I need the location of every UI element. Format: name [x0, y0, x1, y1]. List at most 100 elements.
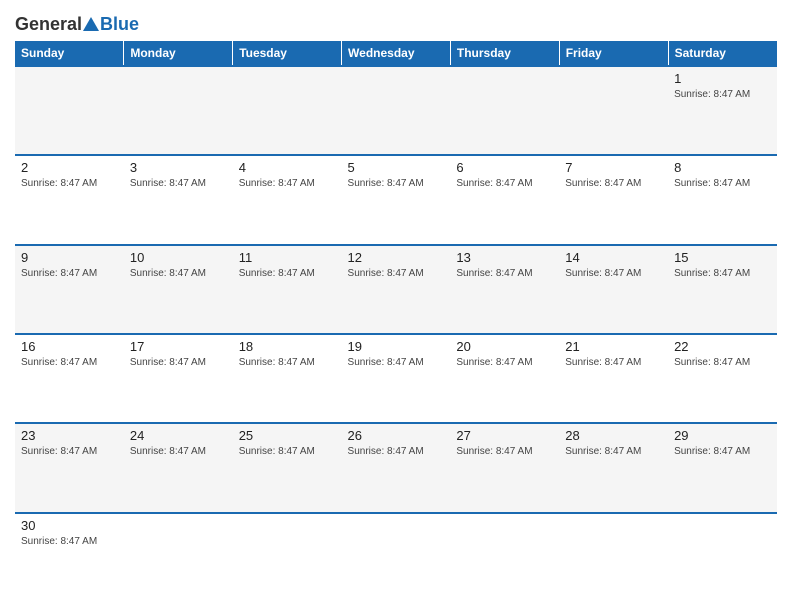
day-cell: 8 Sunrise: 8:47 AM [668, 155, 777, 244]
day-sunrise-info: Sunrise: 8:47 AM [21, 178, 97, 189]
day-number: 16 [21, 339, 118, 354]
day-sunrise-info: Sunrise: 8:47 AM [348, 357, 424, 368]
day-sunrise-info: Sunrise: 8:47 AM [565, 178, 641, 189]
day-sunrise-info: Sunrise: 8:47 AM [239, 446, 315, 457]
day-sunrise-info: Sunrise: 8:47 AM [674, 268, 750, 279]
day-number: 7 [565, 160, 662, 175]
day-sunrise-info: Sunrise: 8:47 AM [348, 178, 424, 189]
day-sunrise-info: Sunrise: 8:47 AM [130, 178, 206, 189]
week-row-6: 30Sunrise: 8:47 AM [15, 513, 777, 602]
day-number: 28 [565, 428, 662, 443]
day-number: 13 [456, 250, 553, 265]
day-number: 24 [130, 428, 227, 443]
day-number: 11 [239, 250, 336, 265]
day-sunrise-info: Sunrise: 8:47 AM [674, 89, 750, 100]
day-sunrise-info: Sunrise: 8:47 AM [674, 178, 750, 189]
day-cell: 16 Sunrise: 8:47 AM [15, 334, 124, 423]
day-cell: 9Sunrise: 8:47 AM [15, 245, 124, 334]
day-cell: 14 Sunrise: 8:47 AM [559, 245, 668, 334]
day-header-saturday: Saturday [668, 41, 777, 66]
day-sunrise-info: Sunrise: 8:47 AM [130, 268, 206, 279]
header: General Blue [15, 10, 777, 35]
week-row-5: 23 Sunrise: 8:47 AM 24 Sunrise: 8:47 AM 25 Su… [15, 423, 777, 512]
day-number: 14 [565, 250, 662, 265]
day-number: 19 [348, 339, 445, 354]
day-sunrise-info: Sunrise: 8:47 AM [21, 446, 97, 457]
day-number: 18 [239, 339, 336, 354]
day-sunrise-info: Sunrise: 8:47 AM [565, 446, 641, 457]
day-cell [450, 66, 559, 155]
day-sunrise-info: Sunrise: 8:47 AM [674, 357, 750, 368]
day-cell [559, 66, 668, 155]
day-number: 6 [456, 160, 553, 175]
day-cell [15, 66, 124, 155]
day-cell: 22 Sunrise: 8:47 AM [668, 334, 777, 423]
week-row-3: 9Sunrise: 8:47 AM10Sunrise: 8:47 AM11Sun… [15, 245, 777, 334]
day-number: 4 [239, 160, 336, 175]
day-number: 25 [239, 428, 336, 443]
day-cell: 12Sunrise: 8:47 AM [342, 245, 451, 334]
day-sunrise-info: Sunrise: 8:47 AM [130, 357, 206, 368]
day-cell [450, 513, 559, 602]
calendar-page: General Blue SundayMondayTuesdayWednesda… [0, 0, 792, 612]
day-sunrise-info: Sunrise: 8:47 AM [565, 357, 641, 368]
day-cell: 19 Sunrise: 8:47 AM [342, 334, 451, 423]
day-cell: 15 Sunrise: 8:47 AM [668, 245, 777, 334]
day-number: 1 [674, 71, 771, 86]
day-number: 22 [674, 339, 771, 354]
day-number: 21 [565, 339, 662, 354]
week-row-1: 1 Sunrise: 8:47 AM [15, 66, 777, 155]
day-sunrise-info: Sunrise: 8:47 AM [21, 357, 97, 368]
day-cell: 7 Sunrise: 8:47 AM [559, 155, 668, 244]
day-sunrise-info: Sunrise: 8:47 AM [565, 268, 641, 279]
header-row: SundayMondayTuesdayWednesdayThursdayFrid… [15, 41, 777, 66]
day-number: 2 [21, 160, 118, 175]
day-number: 23 [21, 428, 118, 443]
day-number: 26 [348, 428, 445, 443]
day-cell: 24 Sunrise: 8:47 AM [124, 423, 233, 512]
day-sunrise-info: Sunrise: 8:47 AM [456, 357, 532, 368]
day-cell [668, 513, 777, 602]
day-sunrise-info: Sunrise: 8:47 AM [21, 268, 97, 279]
day-cell: 25 Sunrise: 8:47 AM [233, 423, 342, 512]
day-cell [342, 66, 451, 155]
day-number: 5 [348, 160, 445, 175]
day-cell: 26 Sunrise: 8:47 AM [342, 423, 451, 512]
logo: General Blue [15, 10, 139, 35]
day-cell: 18 Sunrise: 8:47 AM [233, 334, 342, 423]
day-cell: 6Sunrise: 8:47 AM [450, 155, 559, 244]
day-number: 27 [456, 428, 553, 443]
week-row-4: 16 Sunrise: 8:47 AM 17 Sunrise: 8:47 AM 18 Su… [15, 334, 777, 423]
day-cell: 20Sunrise: 8:47 AM [450, 334, 559, 423]
logo-general-text: General [15, 14, 82, 35]
day-header-friday: Friday [559, 41, 668, 66]
day-cell: 13Sunrise: 8:47 AM [450, 245, 559, 334]
day-sunrise-info: Sunrise: 8:47 AM [239, 178, 315, 189]
calendar-table: SundayMondayTuesdayWednesdayThursdayFrid… [15, 41, 777, 602]
day-cell [124, 66, 233, 155]
day-sunrise-info: Sunrise: 8:47 AM [348, 446, 424, 457]
day-cell: 2 Sunrise: 8:47 AM [15, 155, 124, 244]
day-header-thursday: Thursday [450, 41, 559, 66]
week-row-2: 2 Sunrise: 8:47 AM 3 Sunrise: 8:47 AM 4 Sunri… [15, 155, 777, 244]
day-number: 15 [674, 250, 771, 265]
day-cell: 23 Sunrise: 8:47 AM [15, 423, 124, 512]
day-number: 3 [130, 160, 227, 175]
day-cell [559, 513, 668, 602]
day-cell: 5 Sunrise: 8:47 AM [342, 155, 451, 244]
day-sunrise-info: Sunrise: 8:47 AM [674, 446, 750, 457]
day-cell [233, 513, 342, 602]
day-sunrise-info: Sunrise: 8:47 AM [130, 446, 206, 457]
day-sunrise-info: Sunrise: 8:47 AM [239, 357, 315, 368]
day-cell: 3 Sunrise: 8:47 AM [124, 155, 233, 244]
day-cell: 1 Sunrise: 8:47 AM [668, 66, 777, 155]
day-number: 29 [674, 428, 771, 443]
day-cell: 17 Sunrise: 8:47 AM [124, 334, 233, 423]
day-cell [342, 513, 451, 602]
day-header-wednesday: Wednesday [342, 41, 451, 66]
day-number: 8 [674, 160, 771, 175]
day-header-monday: Monday [124, 41, 233, 66]
day-number: 17 [130, 339, 227, 354]
day-cell: 27Sunrise: 8:47 AM [450, 423, 559, 512]
day-cell: 30Sunrise: 8:47 AM [15, 513, 124, 602]
